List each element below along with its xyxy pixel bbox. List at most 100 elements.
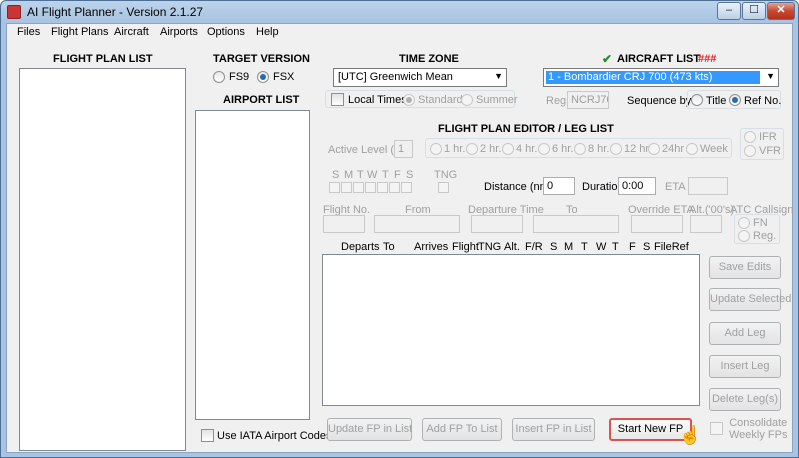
check-icon: ✔ xyxy=(602,52,613,66)
add-leg-button[interactable]: Add Leg xyxy=(709,322,781,345)
day-label-m: M xyxy=(344,169,354,181)
day-label-s1: S xyxy=(332,169,340,181)
menu-airports[interactable]: Airports xyxy=(160,26,198,38)
leg-listbox[interactable] xyxy=(322,254,700,406)
day-checkbox-t1[interactable] xyxy=(353,182,364,193)
header-arrives: Arrives xyxy=(414,241,449,253)
summer-label: Summer xyxy=(476,94,518,106)
eta-field[interactable] xyxy=(688,177,728,195)
ifr-radio[interactable] xyxy=(744,131,756,143)
vfr-radio[interactable] xyxy=(744,145,756,157)
menu-help[interactable]: Help xyxy=(256,26,279,38)
summer-radio[interactable] xyxy=(461,94,473,106)
iata-checkbox[interactable] xyxy=(201,429,214,442)
ifr-label: IFR xyxy=(759,131,777,143)
interval-4hr-label: 4 hr. xyxy=(516,143,538,155)
minimize-button[interactable]: – xyxy=(717,2,741,20)
aircraft-dropdown[interactable]: 1 - Bombardier CRJ 700 (473 kts) ▼ xyxy=(543,68,779,87)
seq-ref-label: Ref No. xyxy=(744,95,782,107)
insert-leg-button[interactable]: Insert Leg xyxy=(709,355,781,378)
day-checkbox-f[interactable] xyxy=(389,182,400,193)
fs9-radio[interactable] xyxy=(213,71,225,83)
interval-week-label: Week xyxy=(700,143,728,155)
interval-24hr-label: 24hr xyxy=(662,143,685,155)
override-eta-field[interactable] xyxy=(631,215,683,233)
header-day-m: M xyxy=(564,241,574,253)
insert-fp-button[interactable]: Insert FP in List xyxy=(512,418,595,441)
local-times-label: Local Times xyxy=(348,94,407,106)
flight-no-field[interactable] xyxy=(323,215,365,233)
header-day-s1: S xyxy=(550,241,558,253)
reg-field[interactable]: NCRJ70 xyxy=(567,91,609,109)
menu-aircraft[interactable]: Aircraft xyxy=(114,26,149,38)
tng-checkbox[interactable] xyxy=(438,182,449,193)
iata-label: Use IATA Airport Codes xyxy=(217,430,332,442)
hand-cursor-icon: ☝ xyxy=(679,425,702,445)
menu-options[interactable]: Options xyxy=(207,26,245,38)
chevron-down-icon: ▼ xyxy=(766,71,775,81)
day-checkbox-t2[interactable] xyxy=(377,182,388,193)
close-button[interactable]: ✕ xyxy=(767,2,795,20)
maximize-button[interactable]: ☐ xyxy=(742,2,766,20)
interval-1hr-radio[interactable] xyxy=(430,143,442,155)
departure-time-field[interactable] xyxy=(471,215,523,233)
seq-ref-radio[interactable] xyxy=(729,94,741,106)
day-checkbox-s2[interactable] xyxy=(401,182,412,193)
day-label-w: W xyxy=(367,169,378,181)
time-zone-value: [UTC] Greenwich Mean xyxy=(338,71,453,83)
flight-plan-listbox[interactable] xyxy=(19,68,186,451)
airport-listbox[interactable] xyxy=(195,110,310,420)
header-alt: Alt. xyxy=(504,241,520,253)
from-field[interactable] xyxy=(374,215,460,233)
alt-field[interactable] xyxy=(690,215,722,233)
interval-8hr-radio[interactable] xyxy=(574,143,586,155)
delete-legs-button[interactable]: Delete Leg(s) xyxy=(709,388,781,411)
day-checkbox-s1[interactable] xyxy=(329,182,340,193)
header-tng: TNG xyxy=(478,241,502,253)
day-label-t2: T xyxy=(382,169,389,181)
active-level-field[interactable]: 1 xyxy=(394,140,413,158)
interval-12hr-radio[interactable] xyxy=(610,143,622,155)
atc-reg-radio[interactable] xyxy=(738,230,750,242)
day-checkbox-w[interactable] xyxy=(365,182,376,193)
duration-field[interactable]: 0:00 xyxy=(618,177,656,195)
interval-24hr-radio[interactable] xyxy=(648,143,660,155)
aircraft-list-heading: AIRCRAFT LIST xyxy=(617,53,701,65)
day-label-s2: S xyxy=(406,169,414,181)
interval-6hr-radio[interactable] xyxy=(538,143,550,155)
consolidate-label: Consolidate Weekly FPs xyxy=(729,417,788,441)
header-day-f: F xyxy=(629,241,636,253)
update-selected-button[interactable]: Update Selected xyxy=(709,288,791,311)
editor-heading: FLIGHT PLAN EDITOR / LEG LIST xyxy=(438,123,614,135)
to-field[interactable] xyxy=(533,215,619,233)
add-fp-button[interactable]: Add FP To List xyxy=(422,418,502,441)
atc-fn-radio[interactable] xyxy=(738,217,750,229)
save-edits-button[interactable]: Save Edits xyxy=(709,256,781,279)
header-flight: Flight xyxy=(452,241,479,253)
seq-title-radio[interactable] xyxy=(691,94,703,106)
header-day-w: W xyxy=(596,241,607,253)
distance-field[interactable]: 0 xyxy=(543,177,575,195)
interval-week-radio[interactable] xyxy=(686,143,698,155)
flight-plan-list-heading: FLIGHT PLAN LIST xyxy=(53,53,153,65)
header-departs: Departs xyxy=(341,241,380,253)
eta-label: ETA xyxy=(665,181,686,193)
standard-radio[interactable] xyxy=(403,94,415,106)
local-times-checkbox[interactable] xyxy=(331,93,344,106)
fsx-radio[interactable] xyxy=(257,71,269,83)
menu-files[interactable]: Files xyxy=(17,26,40,38)
header-to: To xyxy=(383,241,395,253)
window-title: AI Flight Planner - Version 2.1.27 xyxy=(27,5,204,19)
menu-flight-plans[interactable]: Flight Plans xyxy=(51,26,108,38)
title-bar[interactable]: AI Flight Planner - Version 2.1.27 – ☐ ✕ xyxy=(1,1,798,23)
header-day-t2: T xyxy=(612,241,619,253)
update-fp-button[interactable]: Update FP in List xyxy=(327,418,412,441)
consolidate-checkbox[interactable] xyxy=(710,422,723,435)
atc-fn-label: FN xyxy=(753,217,768,229)
day-checkbox-m[interactable] xyxy=(341,182,352,193)
interval-4hr-radio[interactable] xyxy=(502,143,514,155)
time-zone-dropdown[interactable]: [UTC] Greenwich Mean ▼ xyxy=(333,68,507,87)
interval-1hr-label: 1 hr. xyxy=(444,143,466,155)
airport-list-heading: AIRPORT LIST xyxy=(223,94,300,106)
interval-2hr-radio[interactable] xyxy=(466,143,478,155)
